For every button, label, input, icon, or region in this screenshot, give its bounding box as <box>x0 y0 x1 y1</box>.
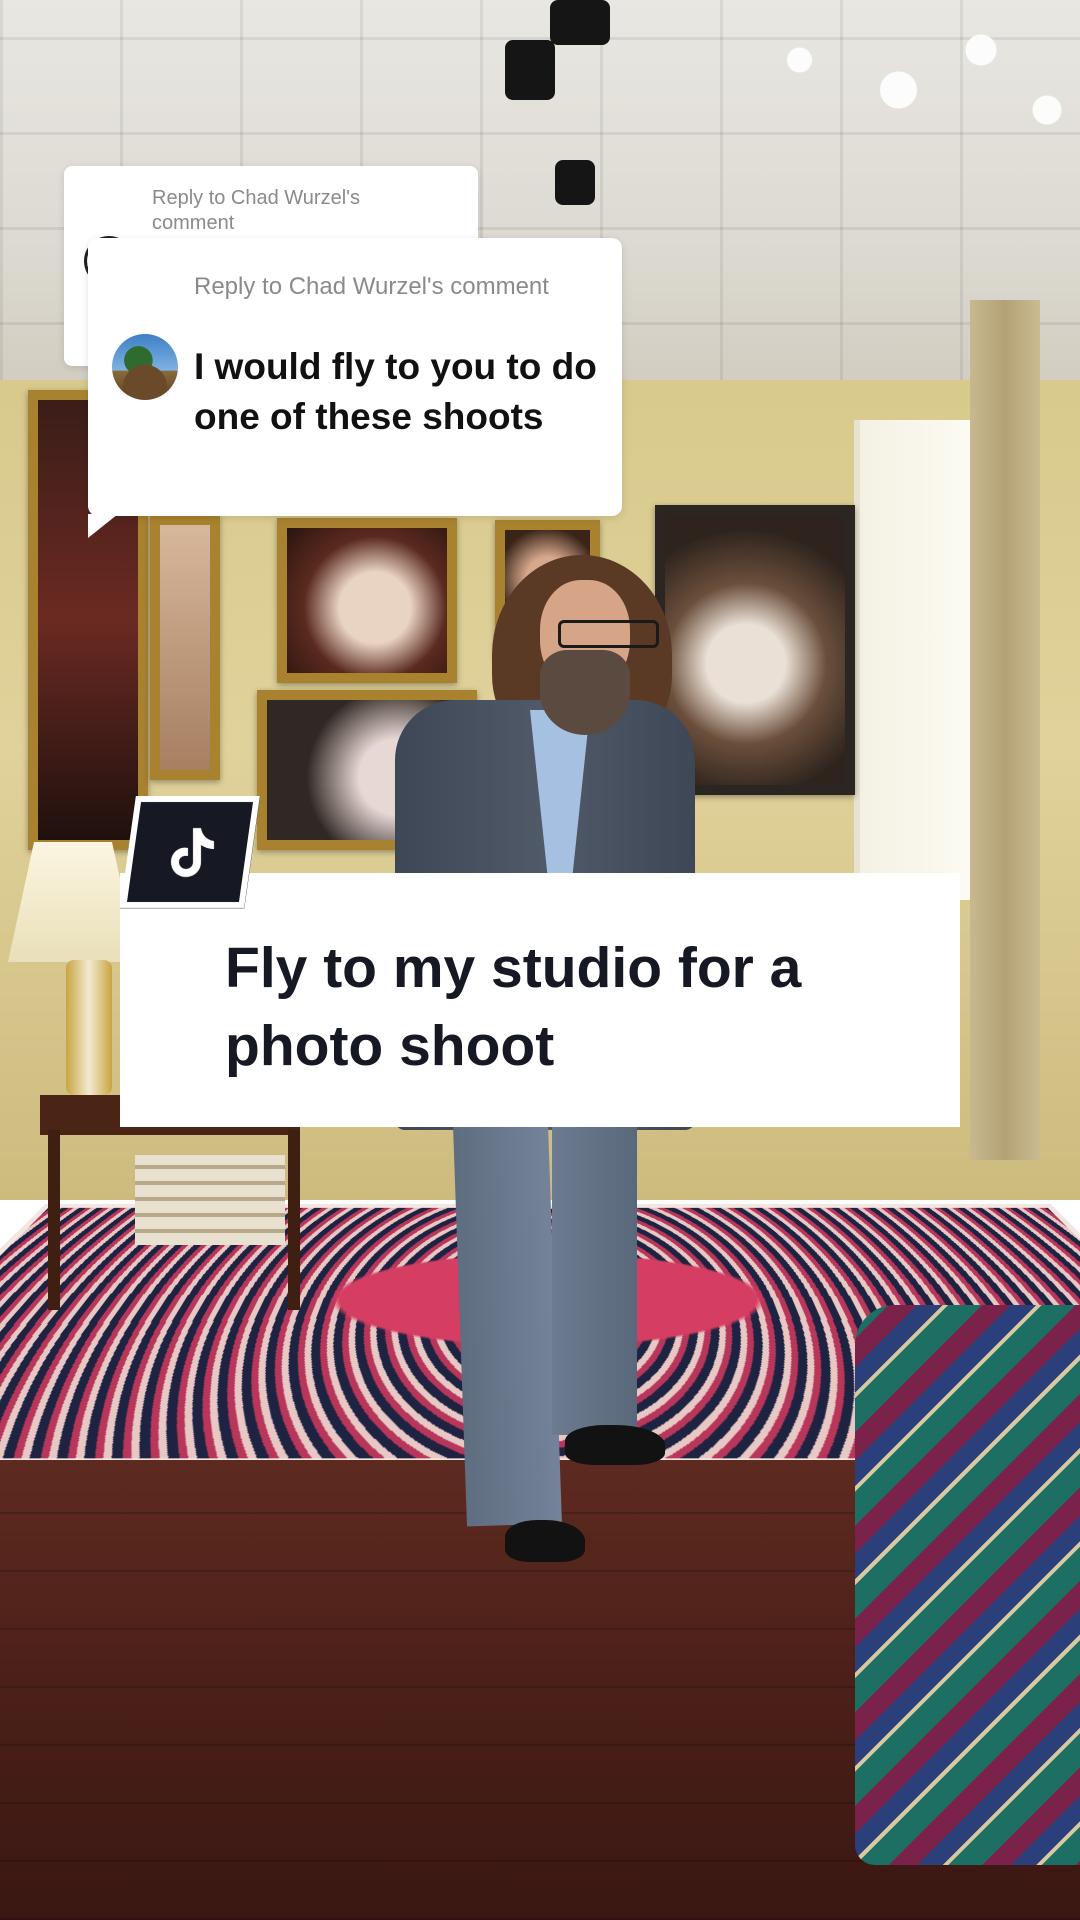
caption-box: Fly to my studio for a photo shoot <box>120 873 960 1127</box>
books <box>135 1155 285 1245</box>
person-leg <box>453 1123 562 1527</box>
reply-label: Reply to Chad Wurzel's comment <box>194 273 549 300</box>
person-beard <box>540 650 630 735</box>
comment-text: I would fly to you to do one of these sh… <box>194 346 597 437</box>
reply-comment-card[interactable]: Reply to Chad Wurzel's comment I would f… <box>88 238 622 538</box>
painting <box>150 515 220 780</box>
sofa <box>855 1305 1080 1865</box>
curtain <box>970 300 1040 1160</box>
person-shoe <box>565 1425 665 1465</box>
table-leg <box>288 1130 300 1310</box>
track-light <box>555 160 595 205</box>
person-shoe <box>505 1520 585 1562</box>
chandelier <box>750 0 1080 200</box>
person-glasses <box>558 620 659 648</box>
tiktok-logo-icon <box>120 796 260 908</box>
reply-label: Reply to Chad Wurzel's comment <box>152 187 360 234</box>
painting <box>277 518 457 683</box>
table-leg <box>48 1130 60 1310</box>
caption-text: Fly to my studio for a photo shoot <box>225 936 802 1078</box>
lamp-base <box>66 960 112 1095</box>
person-leg <box>552 1125 637 1435</box>
track-light <box>505 40 555 100</box>
commenter-avatar[interactable] <box>112 334 178 400</box>
track-light <box>550 0 610 45</box>
